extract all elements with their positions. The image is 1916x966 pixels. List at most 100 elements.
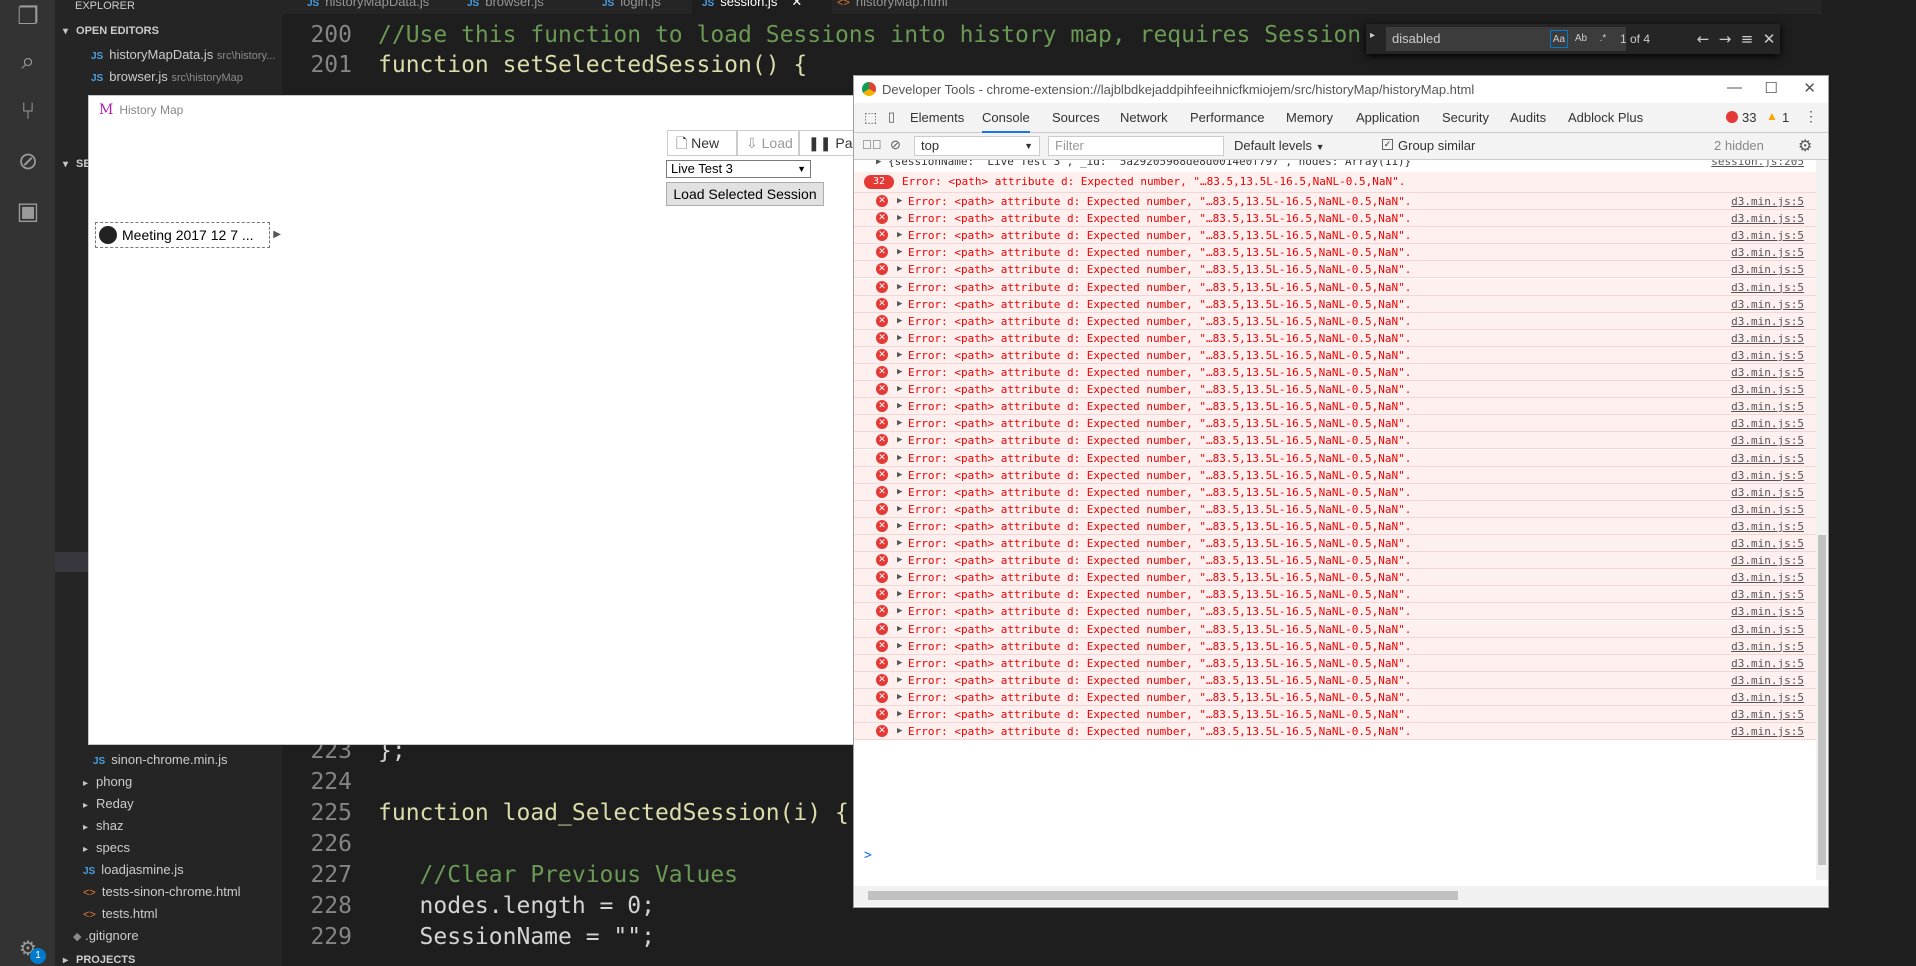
toggle-replace-icon[interactable]: ▸ (1370, 30, 1375, 41)
error-row[interactable]: ✕ ▶ Error: <path> attribute d: Expected nu… (854, 329, 1816, 347)
expand-icon[interactable]: ▶ (897, 535, 902, 552)
expand-icon[interactable]: ▶ (897, 655, 902, 672)
regex-icon[interactable]: .* (1594, 30, 1612, 48)
error-row[interactable]: ✕ ▶ Error: <path> attribute d: Expected nu… (854, 586, 1816, 604)
source-control-icon[interactable]: ⑂ (12, 95, 44, 127)
error-count[interactable]: 33 (1742, 110, 1756, 125)
source-link[interactable]: d3.min.js:5 (1731, 569, 1804, 586)
tree-item-folder[interactable]: ▸ Reday (83, 793, 134, 815)
error-row[interactable]: ✕ ▶ Error: <path> attribute d: Expected nu… (854, 637, 1816, 655)
expand-icon[interactable]: ▶ (897, 706, 902, 723)
tab-login[interactable]: JS login.js (592, 0, 671, 14)
expand-icon[interactable]: ▶ (897, 552, 902, 569)
error-row[interactable]: ✕ ▶ Error: <path> attribute d: Expected nu… (854, 654, 1816, 672)
error-row[interactable]: ✕ ▶ Error: <path> attribute d: Expected nu… (854, 517, 1816, 535)
whole-word-icon[interactable]: Ab (1572, 30, 1590, 48)
tree-item-folder[interactable]: ▸ phong (83, 771, 132, 793)
expand-icon[interactable]: ▶ (897, 347, 902, 364)
expand-icon[interactable]: ▶ (897, 279, 902, 296)
tab-historymap-html[interactable]: <> historyMap.html (827, 0, 958, 14)
debug-icon[interactable]: ⊘ (12, 145, 44, 177)
scrollbar-thumb[interactable] (868, 891, 1458, 900)
load-button[interactable]: ⇩ Load (737, 130, 799, 156)
find-input[interactable]: disabled (1386, 27, 1626, 51)
source-link[interactable]: d3.min.js:5 (1731, 638, 1804, 655)
expand-icon[interactable]: ▶ (897, 484, 902, 501)
error-row[interactable]: ✕ ▶ Error: <path> attribute d: Expected nu… (854, 210, 1816, 228)
device-toolbar-icon[interactable]: ▯ (888, 109, 895, 125)
source-link[interactable]: d3.min.js:5 (1731, 279, 1804, 296)
expand-icon[interactable]: ▶ (897, 638, 902, 655)
close-icon[interactable]: ✕ (791, 0, 802, 9)
source-link[interactable]: d3.min.js:5 (1731, 261, 1804, 278)
session-select[interactable]: Live Test 3 ▼ (666, 160, 811, 178)
error-row[interactable]: ✕ ▶ Error: <path> attribute d: Expected nu… (854, 500, 1816, 518)
source-link[interactable]: d3.min.js:5 (1731, 227, 1804, 244)
expand-icon[interactable]: ▶ (897, 689, 902, 706)
open-editor-item[interactable]: JS historyMapData.js src\history... (91, 44, 275, 66)
expand-icon[interactable]: ▶ (897, 210, 902, 227)
tab-application[interactable]: Application (1356, 103, 1420, 133)
source-link[interactable]: d3.min.js:5 (1731, 296, 1804, 313)
expand-icon[interactable]: ▶ (897, 569, 902, 586)
tree-item-file[interactable]: <> tests.html (83, 903, 157, 925)
minimize-icon[interactable]: — (1727, 79, 1742, 96)
log-row[interactable]: ▶ {sessionName: "Live Test 3", _id: "5a29… (854, 160, 1816, 172)
filter-input[interactable]: Filter (1048, 136, 1224, 156)
vertical-scrollbar[interactable] (1816, 160, 1828, 880)
scrollbar-thumb[interactable] (1818, 535, 1826, 865)
expand-icon[interactable]: ▶ (897, 330, 902, 347)
source-link[interactable]: d3.min.js:5 (1731, 330, 1804, 347)
error-row[interactable]: ✕ ▶ Error: <path> attribute d: Expected nu… (854, 261, 1816, 279)
expand-icon[interactable]: ▶ (897, 415, 902, 432)
source-link[interactable]: d3.min.js:5 (1731, 655, 1804, 672)
expand-icon[interactable]: ▶ (897, 227, 902, 244)
tab-session[interactable]: JS session.js ✕ (692, 0, 832, 14)
context-select[interactable]: top ▼ (914, 136, 1040, 156)
source-link[interactable]: d3.min.js:5 (1731, 313, 1804, 330)
files-icon[interactable]: ❐ (12, 0, 44, 32)
expand-icon[interactable]: ▶ (876, 160, 881, 172)
expand-icon[interactable]: ▶ (897, 467, 902, 484)
error-row[interactable]: ✕ ▶ Error: <path> attribute d: Expected nu… (854, 278, 1816, 296)
tree-item-file[interactable]: <> tests-sinon-chrome.html (83, 881, 241, 903)
source-link[interactable]: d3.min.js:5 (1731, 535, 1804, 552)
close-icon[interactable]: ✕ (1758, 24, 1780, 54)
console-log[interactable]: ▶ {sessionName: "Live Test 3", _id: "5a29… (854, 160, 1816, 860)
expand-icon[interactable]: ▶ (897, 193, 902, 210)
warning-count[interactable]: 1 (1782, 110, 1789, 125)
source-link[interactable]: d3.min.js:5 (1731, 244, 1804, 261)
error-row[interactable]: ✕ ▶ Error: <path> attribute d: Expected nu… (854, 364, 1816, 381)
expand-icon[interactable]: ▶ (897, 586, 902, 603)
minimap[interactable] (1822, 0, 1916, 966)
error-row[interactable]: ✕ ▶ Error: <path> attribute d: Expected nu… (854, 466, 1816, 484)
source-link[interactable]: d3.min.js:5 (1731, 415, 1804, 432)
source-link[interactable]: session.js:205 (1711, 160, 1804, 172)
history-node[interactable]: Meeting 2017 12 7 ... ▶ (95, 222, 281, 248)
error-group-row[interactable]: 32 Error: <path> attribute d: Expected nu… (854, 172, 1816, 193)
tab-performance[interactable]: Performance (1190, 103, 1264, 133)
error-row[interactable]: ✕ ▶ Error: <path> attribute d: Expected nu… (854, 620, 1816, 638)
source-link[interactable]: d3.min.js:5 (1731, 586, 1804, 603)
expand-icon[interactable]: ▶ (897, 501, 902, 518)
group-similar-checkbox[interactable]: ✓ (1382, 139, 1393, 150)
error-row[interactable]: ✕ ▶ Error: <path> attribute d: Expected nu… (854, 227, 1816, 245)
error-row[interactable]: ✕ ▶ Error: <path> attribute d: Expected nu… (854, 295, 1816, 313)
previous-match-icon[interactable]: ← (1692, 24, 1714, 54)
source-link[interactable]: d3.min.js:5 (1731, 364, 1804, 381)
expand-icon[interactable]: ▶ (897, 450, 902, 467)
tab-browser[interactable]: JS browser.js (457, 0, 554, 14)
expand-icon[interactable]: ▶ (897, 723, 902, 740)
gear-icon[interactable]: ⚙ (1798, 136, 1812, 156)
open-editors-section[interactable]: ▾ OPEN EDITORS (55, 20, 282, 42)
source-link[interactable]: d3.min.js:5 (1731, 518, 1804, 535)
error-row[interactable]: ✕ ▶ Error: <path> attribute d: Expected nu… (854, 569, 1816, 587)
expand-icon[interactable]: ▶ (897, 296, 902, 313)
maximize-icon[interactable]: ☐ (1765, 79, 1778, 97)
pause-button[interactable]: ❚❚ Pa (799, 130, 859, 156)
error-row[interactable]: ✕ ▶ Error: <path> attribute d: Expected nu… (854, 244, 1816, 262)
error-row[interactable]: ✕ ▶ Error: <path> attribute d: Expected nu… (854, 483, 1816, 501)
expand-icon[interactable]: ▶ (897, 398, 902, 415)
expand-icon[interactable]: ▶ (897, 621, 902, 638)
error-row[interactable]: ✕ ▶ Error: <path> attribute d: Expected nu… (854, 449, 1816, 467)
